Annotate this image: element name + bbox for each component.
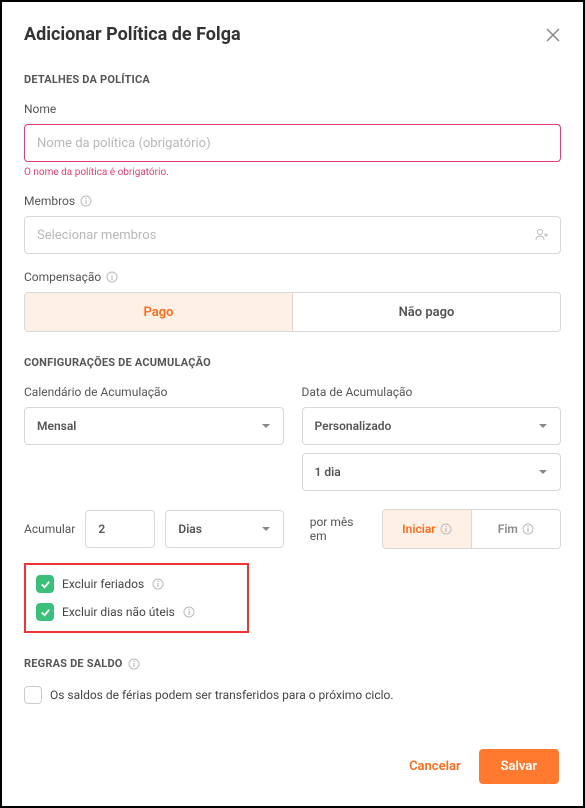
accrue-label: Acumular [24,522,75,536]
accrual-custom-day-select[interactable]: 1 dia [302,453,562,491]
chevron-down-icon [538,421,548,431]
timing-start-label: Iniciar [402,522,435,536]
accrue-unit-value: Dias [178,522,202,536]
info-icon [183,606,195,618]
exclude-holidays-checkbox[interactable] [36,575,54,593]
schedule-select[interactable]: Mensal [24,407,284,445]
accrual-custom-day-value: 1 dia [315,465,341,479]
chevron-down-icon [261,421,271,431]
section-policy-details: DETALHES DA POLÍTICA [24,73,561,86]
accrual-date-label: Data de Acumulação [302,385,562,399]
exclude-nonwork-checkbox[interactable] [36,603,54,621]
compensation-label-text: Compensação [24,270,101,284]
schedule-value: Mensal [37,419,76,433]
accrual-date-value: Personalizado [315,419,392,433]
exclude-highlight: Excluir feriados Excluir dias não úteis [24,563,249,633]
save-button[interactable]: Salvar [479,749,559,784]
name-error: O nome da política é obrigatório. [24,167,561,178]
chevron-down-icon [538,467,548,477]
exclude-holidays-label: Excluir feriados [62,577,144,591]
exclude-nonwork-label: Excluir dias não úteis [62,605,175,619]
info-icon [106,271,118,283]
accrual-date-select[interactable]: Personalizado [302,407,562,445]
check-icon [40,607,51,618]
members-label-text: Membros [24,194,75,208]
members-input[interactable] [24,216,561,254]
name-input[interactable] [24,124,561,162]
accrue-unit-select[interactable]: Dias [165,510,283,548]
timing-end-label: Fim [498,522,518,536]
section-balance-rules: REGRAS DE SALDO [24,657,561,670]
info-icon [80,195,92,207]
carryover-label: Os saldos de férias podem ser transferid… [50,688,394,702]
compensation-unpaid[interactable]: Não pago [293,293,560,331]
compensation-paid[interactable]: Pago [25,293,293,331]
info-icon [440,523,452,535]
accrual-timing-toggle: Iniciar Fim [382,509,561,549]
check-icon [40,579,51,590]
add-user-icon[interactable] [535,228,549,242]
name-label: Nome [24,102,561,116]
chevron-down-icon [261,524,271,534]
section-accrual: CONFIGURAÇÕES DE ACUMULAÇÃO [24,356,561,369]
members-label: Membros [24,194,561,208]
info-icon [128,658,140,670]
carryover-checkbox[interactable] [24,686,42,704]
accrue-amount-input[interactable] [85,510,155,548]
timing-start[interactable]: Iniciar [383,510,471,548]
info-icon [522,523,534,535]
per-month-text: por mês em [310,515,372,543]
info-icon [152,578,164,590]
schedule-label: Calendário de Acumulação [24,385,284,399]
close-icon[interactable] [545,27,561,43]
modal-title: Adicionar Política de Folga [24,24,241,45]
cancel-button[interactable]: Cancelar [409,759,461,774]
timing-end[interactable]: Fim [472,510,560,548]
balance-title-text: REGRAS DE SALDO [24,657,123,670]
compensation-label: Compensação [24,270,561,284]
compensation-toggle: Pago Não pago [24,292,561,332]
